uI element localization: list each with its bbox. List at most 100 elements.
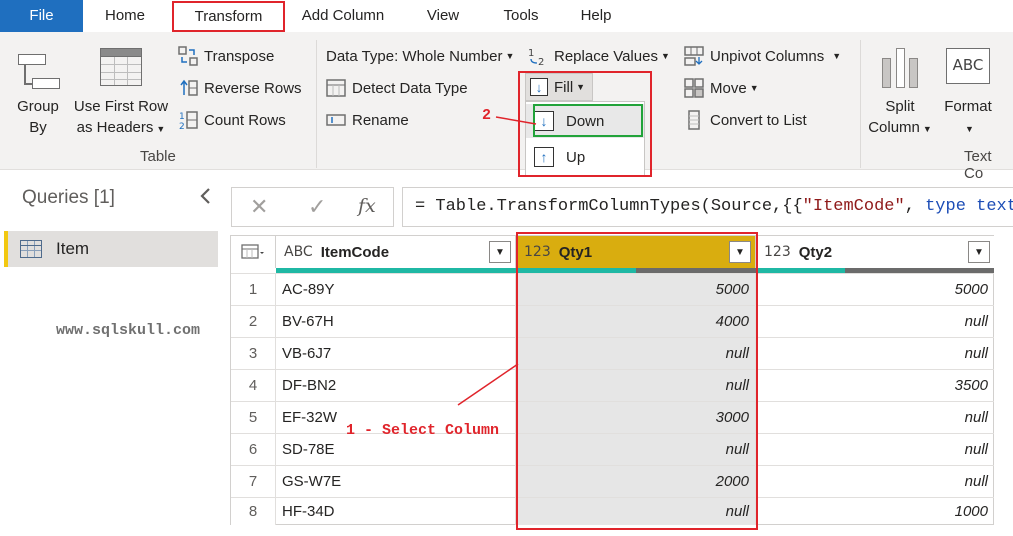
- cell-qty2[interactable]: null: [756, 337, 994, 369]
- chevron-down-icon: ▼: [922, 124, 932, 134]
- ribbon-divider: [860, 40, 861, 168]
- svg-text:2: 2: [538, 57, 544, 66]
- split-column-icon: [880, 46, 920, 88]
- reverse-rows-button[interactable]: Reverse Rows: [178, 76, 302, 100]
- cell-itemcode[interactable]: DF-BN2: [276, 369, 516, 401]
- fill-down-menu-item[interactable]: ↓ Down: [526, 104, 644, 138]
- cell-qty1[interactable]: 2000: [516, 465, 756, 497]
- cell-itemcode[interactable]: HF-34D: [276, 497, 516, 525]
- cell-qty1[interactable]: 3000: [516, 401, 756, 433]
- fill-down-icon: ↓: [530, 78, 548, 96]
- row-number: 1: [231, 273, 276, 305]
- unpivot-columns-icon: [684, 46, 704, 66]
- fill-up-label: Up: [566, 148, 586, 166]
- rename-button[interactable]: Rename: [326, 108, 409, 132]
- convert-to-list-icon: [684, 110, 704, 130]
- chevron-down-icon: ▼: [965, 124, 974, 134]
- svg-text:2: 2: [179, 122, 185, 130]
- cell-qty1[interactable]: null: [516, 497, 756, 525]
- reverse-rows-icon: [178, 78, 198, 98]
- transpose-label: Transpose: [204, 47, 275, 65]
- format-button[interactable]: Format ▼: [938, 96, 998, 140]
- row-number: 3: [231, 337, 276, 369]
- unpivot-columns-button[interactable]: Unpivot Columns ▼: [684, 44, 841, 68]
- tab-file[interactable]: File: [0, 0, 83, 32]
- watermark-text: www.sqlskull.com: [56, 322, 201, 339]
- tab-transform[interactable]: Transform: [172, 1, 285, 32]
- cell-itemcode[interactable]: AC-89Y: [276, 273, 516, 305]
- cell-itemcode[interactable]: BV-67H: [276, 305, 516, 337]
- collapse-pane-icon[interactable]: [198, 186, 212, 212]
- table-menu-button[interactable]: [231, 236, 276, 268]
- column-header-label: ItemCode: [320, 243, 390, 261]
- cell-qty2[interactable]: null: [756, 401, 994, 433]
- cell-qty1[interactable]: 4000: [516, 305, 756, 337]
- replace-values-icon: 12: [528, 46, 548, 68]
- split-column-button[interactable]: Split Column ▼: [862, 96, 938, 140]
- use-first-row-as-headers-button[interactable]: Use First Row as Headers ▼: [70, 96, 172, 140]
- convert-to-list-button[interactable]: Convert to List: [684, 108, 807, 132]
- column-header-label: Qty2: [798, 243, 833, 261]
- commit-icon[interactable]: ✓: [308, 194, 326, 220]
- row-number: 5: [231, 401, 276, 433]
- cell-qty2[interactable]: null: [756, 433, 994, 465]
- cell-qty2[interactable]: 5000: [756, 273, 994, 305]
- cell-itemcode[interactable]: GS-W7E: [276, 465, 516, 497]
- tab-add-column[interactable]: Add Column: [293, 0, 393, 32]
- format-icon: ABC: [946, 48, 990, 84]
- fx-icon[interactable]: fx: [358, 195, 376, 217]
- chevron-down-icon[interactable]: ▼: [968, 241, 990, 263]
- rename-label: Rename: [352, 111, 409, 129]
- format-label: Format: [944, 98, 992, 115]
- count-rows-button[interactable]: 12 Count Rows: [178, 108, 286, 132]
- cell-qty2[interactable]: 3500: [756, 369, 994, 401]
- cell-qty1[interactable]: 5000: [516, 273, 756, 305]
- replace-values-button[interactable]: 12 Replace Values ▼: [528, 44, 670, 69]
- convert-to-list-label: Convert to List: [710, 111, 807, 129]
- tab-tools[interactable]: Tools: [496, 0, 546, 32]
- column-header-qty2[interactable]: 123 Qty2 ▼: [756, 236, 994, 268]
- cancel-icon[interactable]: ✕: [250, 194, 268, 220]
- group-by-button[interactable]: Group By: [14, 96, 62, 138]
- detect-data-type-label: Detect Data Type: [352, 79, 468, 97]
- fill-down-label: Down: [566, 112, 605, 130]
- count-rows-icon: 12: [178, 110, 198, 132]
- cell-qty1[interactable]: null: [516, 433, 756, 465]
- cell-qty2[interactable]: 1000: [756, 497, 994, 525]
- formula-separator: ,: [904, 197, 926, 216]
- detect-data-type-button[interactable]: Detect Data Type: [326, 76, 468, 100]
- chevron-down-icon: ▼: [660, 51, 670, 61]
- column-header-itemcode[interactable]: ABC ItemCode ▼: [276, 236, 516, 268]
- formula-input[interactable]: = Table.TransformColumnTypes(Source,{{"I…: [402, 187, 1013, 227]
- group-by-label-1: Group: [17, 98, 59, 115]
- tab-home[interactable]: Home: [95, 0, 155, 32]
- query-item[interactable]: Item: [4, 231, 218, 267]
- chevron-down-icon[interactable]: ▼: [729, 241, 751, 263]
- tab-view[interactable]: View: [418, 0, 468, 32]
- text-type-icon: ABC: [284, 244, 313, 260]
- fill-dropdown-button[interactable]: ↓ Fill ▼: [525, 73, 593, 101]
- queries-pane-title: Queries [1]: [22, 187, 115, 208]
- table-icon: [20, 240, 42, 258]
- row-number: 6: [231, 433, 276, 465]
- cell-qty1[interactable]: null: [516, 337, 756, 369]
- fill-menu: ↓ Down ↑ Up: [525, 101, 645, 177]
- chevron-down-icon: ▼: [505, 51, 515, 61]
- chevron-down-icon: ▼: [156, 124, 166, 134]
- move-button[interactable]: Move ▼: [684, 76, 759, 100]
- chevron-down-icon[interactable]: ▼: [489, 241, 511, 263]
- number-type-icon: 123: [524, 244, 551, 260]
- data-type-dropdown[interactable]: Data Type: Whole Number ▼: [326, 44, 514, 68]
- cell-qty2[interactable]: null: [756, 465, 994, 497]
- fill-up-menu-item[interactable]: ↑ Up: [526, 140, 644, 174]
- tab-help[interactable]: Help: [572, 0, 620, 32]
- column-header-label: Qty1: [558, 243, 593, 261]
- column-header-qty1[interactable]: 123 Qty1 ▼: [516, 236, 756, 268]
- transpose-button[interactable]: Transpose: [178, 44, 274, 68]
- table-headers-icon: [100, 48, 142, 86]
- transpose-icon: [178, 46, 198, 66]
- cell-itemcode[interactable]: VB-6J7: [276, 337, 516, 369]
- cell-qty2[interactable]: null: [756, 305, 994, 337]
- chevron-down-icon: ▼: [576, 82, 586, 92]
- cell-qty1[interactable]: null: [516, 369, 756, 401]
